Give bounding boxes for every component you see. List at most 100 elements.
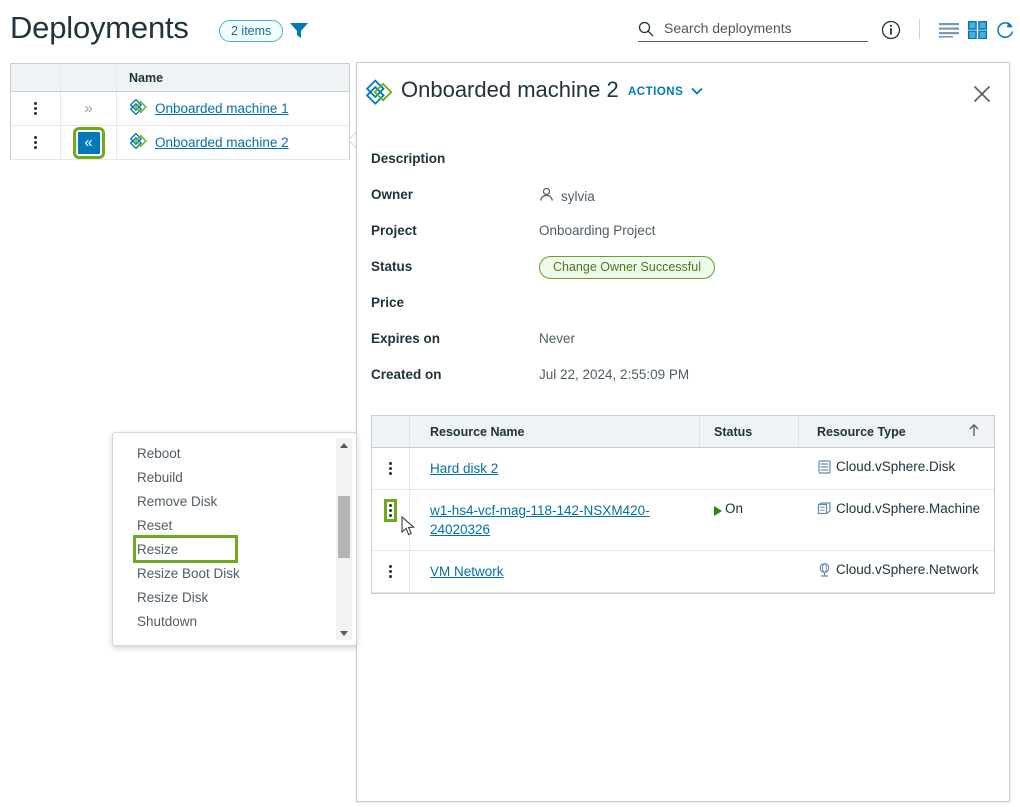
- field-description: Description: [371, 149, 991, 185]
- menu-item-resize-disk[interactable]: Resize Disk: [113, 585, 335, 609]
- owner-name: sylvia: [561, 188, 595, 204]
- filter-icon[interactable]: [288, 19, 310, 41]
- resource-name-cell: VM Network: [410, 551, 700, 592]
- field-label: Status: [371, 259, 413, 274]
- menu-item-rebuild[interactable]: Rebuild: [113, 465, 335, 489]
- info-icon[interactable]: [881, 20, 901, 40]
- field-created-on: Created on Jul 22, 2024, 2:55:09 PM: [371, 365, 991, 401]
- menu-item-remove-disk[interactable]: Remove Disk: [113, 489, 335, 513]
- resource-link[interactable]: VM Network: [430, 562, 504, 581]
- deployment-icon: [365, 79, 395, 107]
- field-project: Project Onboarding Project: [371, 221, 991, 257]
- row-kebab-menu[interactable]: [11, 92, 61, 125]
- menu-scrollbar[interactable]: [336, 438, 352, 640]
- field-status: Status Change Owner Successful: [371, 256, 991, 293]
- deployment-icon: [129, 132, 148, 154]
- row-kebab-menu[interactable]: [11, 126, 61, 159]
- resource-link[interactable]: Hard disk 2: [430, 459, 498, 478]
- kebab-icon[interactable]: [384, 499, 397, 522]
- row-kebab-menu[interactable]: [372, 448, 410, 489]
- row-name-cell: Onboarded machine 2: [117, 126, 349, 159]
- detail-panel-title: Onboarded machine 2: [401, 77, 619, 102]
- status-text: On: [725, 501, 744, 516]
- detail-fields: Description Owner sylvia Project Onboard…: [371, 149, 991, 401]
- resource-link[interactable]: w1-hs4-vcf-mag-118-142-NSXM420-24020326: [430, 501, 690, 539]
- card-view-icon[interactable]: [967, 20, 987, 40]
- header-cell-expand: [61, 64, 117, 91]
- deployments-table-header: Name: [11, 64, 349, 92]
- expand-right-button[interactable]: »: [78, 98, 100, 120]
- list-view-icon[interactable]: [939, 22, 959, 38]
- table-row[interactable]: « Onboarded machine 2: [11, 126, 349, 160]
- resource-name-cell: Hard disk 2: [410, 448, 700, 489]
- field-label: Created on: [371, 367, 442, 382]
- context-menu: Reboot Rebuild Remove Disk Reset Resize …: [112, 432, 357, 646]
- actions-menu-button[interactable]: ACTIONS: [628, 86, 703, 98]
- header-cell-actions: [11, 64, 61, 91]
- menu-item-reboot[interactable]: Reboot: [113, 441, 335, 465]
- resource-type-cell: Cloud.vSphere.Machine: [799, 490, 994, 550]
- actions-label: ACTIONS: [628, 86, 684, 98]
- kebab-icon[interactable]: [389, 462, 392, 475]
- deployment-icon: [129, 98, 148, 120]
- scrollbar-thumb[interactable]: [338, 496, 350, 558]
- network-icon: [817, 562, 832, 581]
- kebab-icon[interactable]: [389, 565, 392, 578]
- field-value: Jul 22, 2024, 2:55:09 PM: [539, 367, 690, 382]
- search-icon: [638, 21, 654, 37]
- field-price: Price: [371, 293, 991, 329]
- header-cell-status[interactable]: Status: [700, 416, 799, 447]
- chevron-down-icon: [691, 86, 703, 98]
- menu-item-resize-boot-disk[interactable]: Resize Boot Disk: [113, 561, 335, 585]
- field-label: Description: [371, 151, 446, 166]
- kebab-icon[interactable]: [34, 136, 37, 149]
- menu-item-shutdown[interactable]: Shutdown: [113, 609, 335, 633]
- refresh-icon[interactable]: [995, 20, 1015, 40]
- resource-type-text: Cloud.vSphere.Machine: [836, 501, 981, 516]
- items-count-badge: 2 items: [219, 20, 284, 42]
- resource-status-cell: [700, 551, 799, 592]
- row-kebab-menu[interactable]: [372, 551, 410, 592]
- header-divider: [919, 19, 920, 39]
- field-owner: Owner sylvia: [371, 185, 991, 221]
- header-cell-actions: [372, 416, 410, 447]
- kebab-icon[interactable]: [34, 102, 37, 115]
- deployment-link[interactable]: Onboarded machine 2: [155, 135, 289, 150]
- header-cell-resource-type[interactable]: Resource Type: [799, 416, 994, 447]
- table-row[interactable]: w1-hs4-vcf-mag-118-142-NSXM420-24020326 …: [372, 490, 994, 551]
- row-expand-cell: «: [61, 126, 117, 159]
- collapse-left-button[interactable]: «: [72, 126, 105, 159]
- menu-item-reset[interactable]: Reset: [113, 513, 335, 537]
- menu-item-resize[interactable]: Resize: [133, 535, 238, 563]
- resources-table: Resource Name Status Resource Type Hard …: [371, 415, 995, 594]
- resource-status-cell: [700, 448, 799, 489]
- mouse-cursor: [401, 515, 417, 538]
- scroll-down-icon[interactable]: [336, 626, 352, 640]
- deployment-link[interactable]: Onboarded machine 1: [155, 101, 289, 116]
- header-cell-resource-name[interactable]: Resource Name: [410, 416, 700, 447]
- header-cell-name: Name: [129, 70, 164, 85]
- field-value-wrap: sylvia: [539, 185, 595, 205]
- field-label: Owner: [371, 187, 414, 202]
- search-box[interactable]: [638, 18, 868, 42]
- detail-panel: Onboarded machine 2 ACTIONS Description: [356, 62, 1010, 802]
- detail-panel-header: Onboarded machine 2 ACTIONS: [357, 63, 1009, 125]
- search-input[interactable]: [662, 18, 862, 38]
- field-value: Never: [539, 331, 576, 346]
- close-icon[interactable]: [972, 84, 992, 104]
- user-icon: [539, 187, 554, 205]
- scroll-up-icon[interactable]: [336, 438, 352, 452]
- deployments-page: Deployments 2 items Search deployments N…: [0, 0, 1020, 807]
- row-expand-cell: »: [61, 92, 117, 125]
- resource-type-text: Cloud.vSphere.Disk: [836, 459, 956, 474]
- power-on-icon: [714, 506, 722, 516]
- resource-name-cell: w1-hs4-vcf-mag-118-142-NSXM420-24020326: [410, 490, 700, 550]
- resource-status-cell: On: [700, 490, 799, 550]
- field-value: Onboarding Project: [539, 223, 656, 238]
- header-label: Resource Type: [817, 424, 906, 439]
- table-row[interactable]: » Onboarded machine 1: [11, 92, 349, 126]
- table-row[interactable]: Hard disk 2 Cloud.vSphere.Disk: [372, 448, 994, 490]
- context-menu-list: Reboot Rebuild Remove Disk Reset Resize …: [113, 441, 335, 633]
- sort-ascending-icon: [968, 423, 980, 440]
- table-row[interactable]: VM Network Cloud.vSphere.Network: [372, 551, 994, 593]
